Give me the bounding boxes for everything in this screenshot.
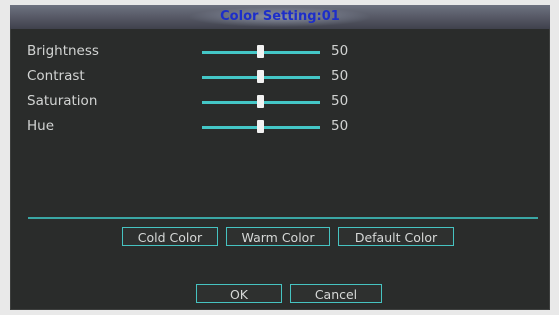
contrast-label: Contrast [27, 68, 85, 84]
brightness-label: Brightness [27, 43, 99, 59]
brightness-slider-thumb[interactable] [257, 45, 264, 58]
dialog-title: Color Setting:01 [220, 9, 340, 24]
hue-value: 50 [331, 118, 349, 134]
ok-button[interactable]: OK [196, 284, 282, 303]
divider [28, 217, 538, 219]
cold-color-button[interactable]: Cold Color [122, 227, 218, 246]
brightness-value: 50 [331, 43, 349, 59]
title-bar: Color Setting:01 [10, 5, 550, 29]
saturation-value: 50 [331, 93, 349, 109]
saturation-label: Saturation [27, 93, 98, 109]
warm-color-button[interactable]: Warm Color [226, 227, 330, 246]
hue-slider-thumb[interactable] [257, 120, 264, 133]
hue-label: Hue [27, 118, 55, 134]
contrast-slider-thumb[interactable] [257, 70, 264, 83]
color-setting-dialog: Color Setting:01 Brightness 50 Contrast … [10, 5, 550, 310]
saturation-slider-thumb[interactable] [257, 95, 264, 108]
default-color-button[interactable]: Default Color [338, 227, 454, 246]
cancel-button[interactable]: Cancel [290, 284, 382, 303]
contrast-value: 50 [331, 68, 349, 84]
